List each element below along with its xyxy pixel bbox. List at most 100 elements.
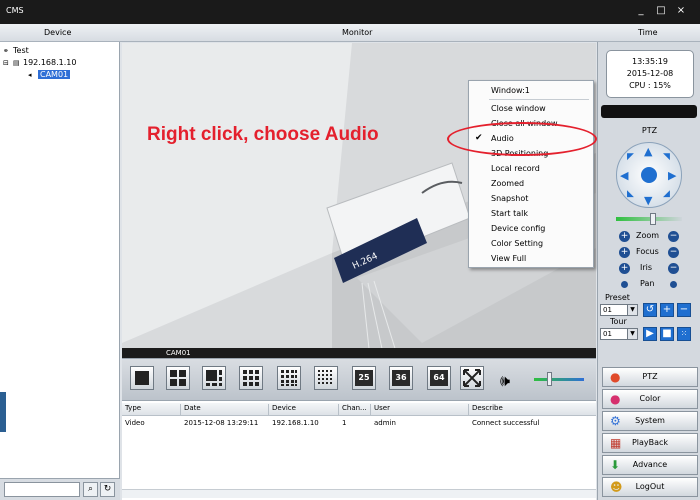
- zoom-control: + Zoom −: [619, 231, 679, 242]
- camera-label: CAM01: [122, 348, 596, 358]
- ptz-center-button[interactable]: [641, 167, 657, 183]
- focus-out-button[interactable]: −: [668, 247, 679, 258]
- arrow-down-right-icon[interactable]: ◢: [663, 189, 670, 200]
- preset-remove-button[interactable]: −: [677, 303, 691, 317]
- iris-open-button[interactable]: +: [619, 263, 630, 274]
- device-search-bar: ⌕ ↻: [0, 478, 120, 500]
- col-user: User: [370, 404, 390, 415]
- layout-1-icon: [135, 371, 149, 385]
- iris-close-button[interactable]: −: [668, 263, 679, 274]
- nav-logout-button[interactable]: ☻ LogOut: [602, 477, 698, 497]
- ptz-direction-pad[interactable]: ▲ ▼ ◀ ▶ ◤ ◥ ◣ ◢: [616, 142, 682, 208]
- volume-knob[interactable]: [547, 372, 552, 386]
- layout-25-button[interactable]: 25: [352, 366, 376, 390]
- zoom-out-button[interactable]: −: [668, 231, 679, 242]
- ptz-speed-slider[interactable]: [616, 217, 682, 221]
- current-time: 13:35:19: [632, 57, 668, 66]
- speaker-icon[interactable]: 🕪: [500, 371, 510, 391]
- zoom-in-button[interactable]: +: [619, 231, 630, 242]
- pan-dot-right[interactable]: [670, 281, 677, 288]
- layout-4-button[interactable]: [166, 366, 190, 390]
- preset-add-button[interactable]: +: [660, 303, 674, 317]
- logout-icon: ☻: [610, 480, 623, 494]
- close-button[interactable]: ×: [674, 4, 688, 18]
- layout-toolbar: 25 36 64 🕪: [122, 358, 596, 400]
- layout-64-button[interactable]: 64: [427, 366, 451, 390]
- maximize-button[interactable]: □: [654, 4, 668, 18]
- dvr-icon: ▤: [13, 59, 20, 67]
- menu-item-start-talk[interactable]: Start talk: [469, 206, 593, 221]
- focus-in-button[interactable]: +: [619, 247, 630, 258]
- layout-6-icon: [206, 370, 222, 386]
- focus-control: + Focus −: [619, 247, 679, 258]
- arrow-right-icon[interactable]: ▶: [668, 170, 676, 181]
- layout-6-button[interactable]: [202, 366, 226, 390]
- layout-16-icon: [281, 370, 297, 386]
- layout-9-button[interactable]: [239, 366, 263, 390]
- fullscreen-icon: [463, 369, 481, 387]
- menu-item-local-record[interactable]: Local record: [469, 161, 593, 176]
- arrow-up-icon[interactable]: ▲: [644, 146, 652, 157]
- layout-16-button[interactable]: [277, 366, 301, 390]
- menu-item-close-window[interactable]: Close window: [469, 101, 593, 116]
- control-panel: 13:35:19 2015-12-08 CPU : 15% PTZ ▲ ▼ ◀ …: [597, 42, 700, 500]
- arrow-up-right-icon[interactable]: ◥: [663, 152, 670, 163]
- preset-call-button[interactable]: ↺: [643, 303, 657, 317]
- tour-select[interactable]: 01 ▼: [600, 328, 638, 340]
- arrow-left-icon[interactable]: ◀: [620, 170, 628, 181]
- nav-ptz-button[interactable]: ● PTZ: [602, 367, 698, 387]
- layout-20-button[interactable]: [314, 366, 338, 390]
- log-header: Type Date Device Chan... User Describe: [122, 403, 596, 416]
- volume-slider[interactable]: [534, 378, 584, 381]
- menu-item-view-full[interactable]: View Full: [469, 251, 593, 266]
- tour-grid-button[interactable]: ⁙: [677, 327, 691, 341]
- search-icon[interactable]: ⌕: [83, 482, 98, 497]
- tour-play-button[interactable]: ▶: [643, 327, 657, 341]
- color-palette-icon: ●: [610, 392, 621, 406]
- minimize-button[interactable]: _: [634, 4, 648, 18]
- side-panel-grip[interactable]: [0, 392, 6, 432]
- menu-item-device-config[interactable]: Device config: [469, 221, 593, 236]
- window-title: CMS: [6, 6, 24, 15]
- nav-system-button[interactable]: ⚙ System: [602, 411, 698, 431]
- layout-36-button[interactable]: 36: [389, 366, 413, 390]
- tree-device[interactable]: ⊟ ▤ 192.168.1.10: [3, 58, 76, 67]
- device-header: Device: [44, 28, 72, 37]
- tour-stop-button[interactable]: ■: [660, 327, 674, 341]
- context-menu: Window:1 Close window Close all window ✔…: [468, 80, 594, 268]
- menu-item-color-setting[interactable]: Color Setting: [469, 236, 593, 251]
- fullscreen-button[interactable]: [460, 366, 484, 390]
- chevron-down-icon: ▼: [627, 305, 637, 315]
- tour-label: Tour: [610, 317, 627, 326]
- menu-item-snapshot[interactable]: Snapshot: [469, 191, 593, 206]
- col-channel: Chan...: [338, 404, 367, 415]
- device-tree: ⚭ Test ⊟ ▤ 192.168.1.10 ◂ CAM01 ⌕ ↻: [0, 42, 120, 500]
- ptz-speed-knob[interactable]: [650, 213, 656, 225]
- tree-camera[interactable]: ◂ CAM01: [28, 70, 71, 79]
- device-search-input[interactable]: [4, 482, 80, 497]
- tree-root[interactable]: ⚭ Test: [3, 46, 29, 55]
- menu-separator: [489, 99, 589, 100]
- arrow-down-icon[interactable]: ▼: [644, 195, 652, 206]
- ptz-title: PTZ: [641, 126, 658, 135]
- preset-select[interactable]: 01 ▼: [600, 304, 638, 316]
- pan-dot-left[interactable]: [621, 281, 628, 288]
- ptz-icon: ●: [610, 370, 621, 384]
- section-headers: Device Monitor Time: [0, 24, 700, 42]
- nav-playback-button[interactable]: ▦ PlayBack: [602, 433, 698, 453]
- layout-1-button[interactable]: [130, 366, 154, 390]
- refresh-icon[interactable]: ↻: [100, 482, 115, 497]
- chevron-down-icon: ▼: [627, 329, 637, 339]
- status-bar: [601, 105, 697, 118]
- layout-20-icon: [318, 370, 332, 384]
- arrow-down-left-icon[interactable]: ◣: [627, 189, 634, 200]
- arrow-up-left-icon[interactable]: ◤: [627, 152, 634, 163]
- film-icon: ▦: [610, 436, 622, 450]
- menu-item-zoomed[interactable]: Zoomed: [469, 176, 593, 191]
- monitor-header: Monitor: [342, 28, 373, 37]
- nav-color-button[interactable]: ● Color: [602, 389, 698, 409]
- log-scrollbar[interactable]: [122, 489, 596, 498]
- nav-advance-button[interactable]: ⬇ Advance: [602, 455, 698, 475]
- time-header: Time: [638, 28, 658, 37]
- table-row[interactable]: Video 2015-12-08 13:29:11 192.168.1.10 1…: [122, 417, 596, 429]
